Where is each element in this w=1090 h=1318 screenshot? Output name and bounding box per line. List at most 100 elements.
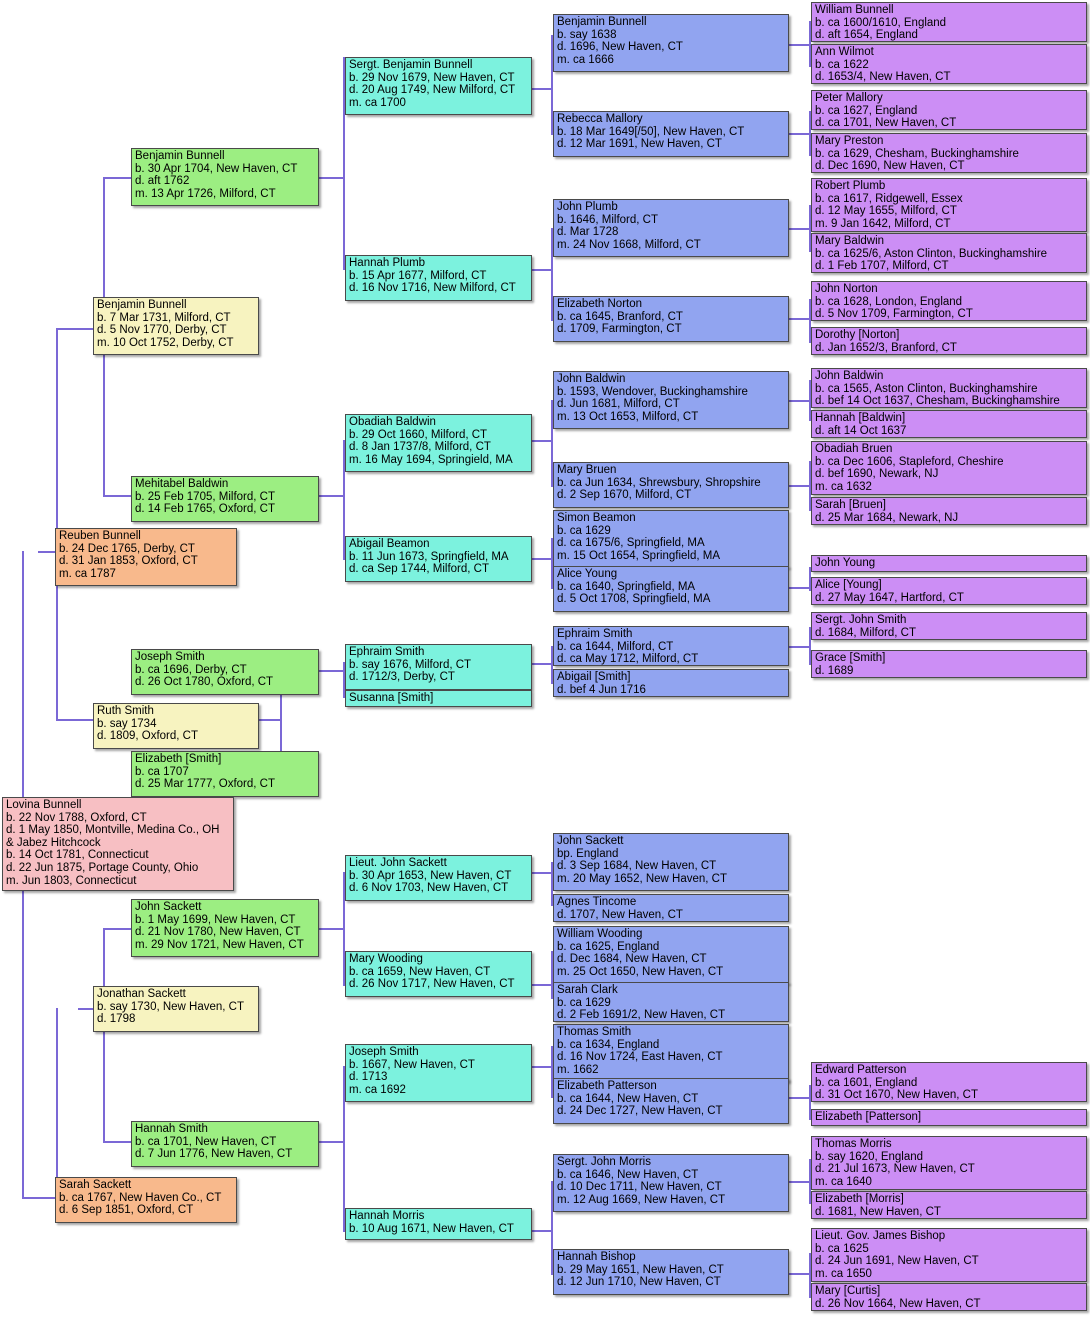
- person-box-thomas-smith-1634[interactable]: Thomas Smith b. ca 1634, England d. 16 Nov…: [553, 1024, 789, 1082]
- person-detail: b. 15 Apr 1677, Milford, CT: [349, 269, 487, 282]
- person-box-ann-wilmot[interactable]: Ann Wilmot b. ca 1622 d. 1653/4, New Haven…: [811, 44, 1087, 84]
- person-box-benjamin-bunnell-1704[interactable]: Benjamin Bunnell b. 30 Apr 1704, New Have…: [131, 148, 319, 206]
- person-box-reuben-bunnell-1765[interactable]: Reuben Bunnell b. 24 Dec 1765, Derby, CT d…: [55, 528, 237, 586]
- person-box-elizabeth-patterson-parent[interactable]: Elizabeth [Patterson]: [811, 1109, 1087, 1126]
- person-box-robert-plumb[interactable]: Robert Plumb b. ca 1617, Ridgewell, Essex…: [811, 178, 1087, 232]
- person-box-simon-beamon-1629[interactable]: Simon Beamon b. ca 1629 d. ca 1675/6, Spri…: [553, 510, 789, 568]
- person-detail: d. ca Sep 1744, Milford, CT: [349, 563, 489, 576]
- person-name: Ann Wilmot: [815, 46, 874, 58]
- person-name: Benjamin Bunnell: [135, 150, 225, 162]
- person-box-mary-bruen-1634[interactable]: Mary Bruen b. ca Jun 1634, Shrewsbury, Sh…: [553, 462, 789, 508]
- person-box-peter-mallory[interactable]: Peter Mallory b. ca 1627, England d. ca 17…: [811, 90, 1087, 130]
- person-box-hannah-baldwin[interactable]: Hannah [Baldwin] d. aft 14 Oct 1637: [811, 410, 1087, 438]
- person-detail: d. ca May 1712, Milford, CT: [557, 653, 699, 666]
- person-detail: d. 7 Jun 1776, New Haven, CT: [135, 1148, 293, 1161]
- person-detail: d. bef 14 Oct 1637, Chesham, Buckinghams…: [815, 395, 1060, 408]
- person-name: Mary Wooding: [349, 953, 423, 965]
- person-box-john-sackett-1699[interactable]: John Sackett b. 1 May 1699, New Haven, CT…: [131, 899, 319, 957]
- person-box-edward-patterson[interactable]: Edward Patterson b. ca 1601, England d. 31…: [811, 1062, 1087, 1102]
- connector: [789, 646, 811, 648]
- person-box-hannah-smith-1701[interactable]: Hannah Smith b. ca 1701, New Haven, CT d. …: [131, 1121, 319, 1167]
- person-box-john-sackett-england[interactable]: John Sackett bp. England d. 3 Sep 1684, Ne…: [553, 833, 789, 891]
- person-box-abigail-beamon-1673[interactable]: Abigail Beamon b. 11 Jun 1673, Springfiel…: [345, 536, 532, 582]
- person-box-ruth-smith-1734[interactable]: Ruth Smith b. say 1734 d. 1809, Oxford, CT: [93, 703, 259, 749]
- person-box-lovina-bunnell-1788[interactable]: Lovina Bunnell b. 22 Nov 1788, Oxford, CT…: [2, 797, 234, 891]
- person-name: Grace [Smith]: [815, 652, 886, 664]
- person-box-jonathan-sackett-1730[interactable]: Jonathan Sackett b. say 1730, New Haven, …: [93, 986, 259, 1032]
- person-box-hannah-bishop-1651[interactable]: Hannah Bishop b. 29 May 1651, New Haven, …: [553, 1249, 789, 1295]
- person-detail: b. ca 1628, London, England: [815, 295, 963, 308]
- person-box-mary-curtis[interactable]: Mary [Curtis] d. 26 Nov 1664, New Haven, …: [811, 1283, 1087, 1311]
- person-box-mary-preston[interactable]: Mary Preston b. ca 1629, Chesham, Bucking…: [811, 133, 1087, 173]
- person-box-thomas-morris[interactable]: Thomas Morris b. say 1620, England d. 21 J…: [811, 1136, 1087, 1190]
- person-box-john-plumb-1646[interactable]: John Plumb b. 1646, Milford, CT d. Mar 172…: [553, 199, 789, 257]
- person-detail: d. 1696, New Haven, CT: [557, 41, 683, 54]
- person-detail: m. ca 1640: [815, 1175, 872, 1188]
- person-box-dorothy-norton[interactable]: Dorothy [Norton] d. Jan 1652/3, Branford,…: [811, 327, 1087, 355]
- person-box-hannah-morris-1671[interactable]: Hannah Morris b. 10 Aug 1671, New Haven, …: [345, 1208, 532, 1240]
- person-box-joseph-smith-1667[interactable]: Joseph Smith b. 1667, New Haven, CT d. 171…: [345, 1044, 532, 1102]
- person-detail: b. ca 1629: [557, 996, 611, 1009]
- person-name: Hannah Bishop: [557, 1251, 636, 1263]
- person-detail: b. ca 1646, New Haven, CT: [557, 1168, 699, 1181]
- person-box-sergt-john-morris-1646[interactable]: Sergt. John Morris b. ca 1646, New Haven,…: [553, 1154, 789, 1212]
- connector: [789, 318, 811, 320]
- person-box-william-bunnell[interactable]: William Bunnell b. ca 1600/1610, England d…: [811, 2, 1087, 42]
- person-box-lieut-gov-james-bishop[interactable]: Lieut. Gov. James Bishop b. ca 1625 d. 24 …: [811, 1228, 1087, 1282]
- person-box-sergt-benjamin-bunnell-1679[interactable]: Sergt. Benjamin Bunnell b. 29 Nov 1679, N…: [345, 57, 532, 115]
- person-detail: b. ca 1659, New Haven, CT: [349, 965, 491, 978]
- person-name: Dorothy [Norton]: [815, 329, 900, 341]
- person-box-sarah-clark[interactable]: Sarah Clark b. ca 1629 d. 2 Feb 1691/2, Ne…: [553, 982, 789, 1022]
- person-box-elizabeth-norton-1645[interactable]: Elizabeth Norton b. ca 1645, Branford, CT…: [553, 296, 789, 342]
- person-box-ephraim-smith-1644[interactable]: Ephraim Smith b. ca 1644, Milford, CT d. c…: [553, 626, 789, 666]
- person-detail: m. 10 Oct 1752, Derby, CT: [97, 336, 234, 349]
- person-box-sarah-bruen[interactable]: Sarah [Bruen] d. 25 Mar 1684, Newark, NJ: [811, 497, 1087, 525]
- person-box-john-norton[interactable]: John Norton b. ca 1628, London, England d.…: [811, 281, 1087, 321]
- person-box-rebecca-mallory-1649[interactable]: Rebecca Mallory b. 18 Mar 1649[/50], New …: [553, 111, 789, 157]
- person-box-john-baldwin-1593[interactable]: John Baldwin b. 1593, Wendover, Buckingha…: [553, 371, 789, 429]
- person-name: John Plumb: [557, 201, 618, 213]
- connector: [531, 1230, 553, 1232]
- person-detail: d. 1689: [815, 664, 854, 677]
- person-detail: d. aft 1762: [135, 175, 190, 188]
- person-box-hannah-plumb-1677[interactable]: Hannah Plumb b. 15 Apr 1677, Milford, CT d…: [345, 255, 532, 301]
- person-box-obadiah-bruen[interactable]: Obadiah Bruen b. ca Dec 1606, Stapleford,…: [811, 441, 1087, 495]
- person-detail: d. 8 Jan 1737/8, Milford, CT: [349, 441, 491, 454]
- person-name: Lieut. Gov. James Bishop: [815, 1230, 946, 1242]
- person-box-mehitabel-baldwin-1705[interactable]: Mehitabel Baldwin b. 25 Feb 1705, Milford…: [131, 476, 319, 522]
- person-box-william-wooding[interactable]: William Wooding b. ca 1625, England d. Dec…: [553, 926, 789, 984]
- person-box-grace-smith[interactable]: Grace [Smith] d. 1689: [811, 650, 1087, 678]
- person-box-elizabeth-patterson-1644[interactable]: Elizabeth Patterson b. ca 1644, New Haven…: [553, 1078, 789, 1124]
- person-detail: d. 24 Dec 1727, New Haven, CT: [557, 1105, 723, 1118]
- person-detail: b. 30 Apr 1704, New Haven, CT: [135, 162, 298, 175]
- person-box-john-young[interactable]: John Young: [811, 555, 1087, 572]
- person-detail: d. 6 Nov 1703, New Haven, CT: [349, 882, 509, 895]
- person-box-mary-wooding-1659[interactable]: Mary Wooding b. ca 1659, New Haven, CT d. …: [345, 951, 532, 997]
- person-name: Alice Young: [557, 568, 618, 580]
- person-detail: m. ca 1700: [349, 96, 406, 109]
- person-box-ephraim-smith-1676[interactable]: Ephraim Smith b. say 1676, Milford, CT d. …: [345, 644, 532, 690]
- person-detail: b. 18 Mar 1649[/50], New Haven, CT: [557, 125, 745, 138]
- person-detail: b. 14 Oct 1781, Connecticut: [6, 849, 149, 862]
- person-detail: m. 29 Nov 1721, New Haven, CT: [135, 938, 304, 951]
- person-box-elizabeth-smith-1707[interactable]: Elizabeth [Smith] b. ca 1707 d. 25 Mar 177…: [131, 751, 319, 797]
- person-box-benjamin-bunnell-1731[interactable]: Benjamin Bunnell b. 7 Mar 1731, Milford, …: [93, 297, 259, 355]
- person-box-sergt-john-smith[interactable]: Sergt. John Smith d. 1684, Milford, CT: [811, 612, 1087, 640]
- connector: [318, 928, 345, 930]
- person-box-alice-young-1640[interactable]: Alice Young b. ca 1640, Springfield, MA d.…: [553, 566, 789, 612]
- person-box-abigail-smith[interactable]: Abigail [Smith] d. bef 4 Jun 1716: [553, 669, 789, 697]
- person-detail: d. 12 Mar 1691, New Haven, CT: [557, 138, 722, 151]
- person-detail: bp. England: [557, 847, 619, 860]
- person-box-john-baldwin-1565[interactable]: John Baldwin b. ca 1565, Aston Clinton, B…: [811, 368, 1087, 408]
- person-box-lieut-john-sackett-1653[interactable]: Lieut. John Sackett b. 30 Apr 1653, New H…: [345, 855, 532, 901]
- person-box-joseph-smith-1696[interactable]: Joseph Smith b. ca 1696, Derby, CT d. 26 O…: [131, 649, 319, 695]
- person-box-benjamin-bunnell-1638[interactable]: Benjamin Bunnell b. say 1638 d. 1696, New …: [553, 14, 789, 72]
- person-box-sarah-sackett-1767[interactable]: Sarah Sackett b. ca 1767, New Haven Co., …: [55, 1177, 237, 1223]
- person-box-alice-young-parent[interactable]: Alice [Young] d. 27 May 1647, Hartford, C…: [811, 577, 1087, 605]
- connector: [789, 587, 811, 589]
- person-box-agnes-tincome[interactable]: Agnes Tincome d. 1707, New Haven, CT: [553, 894, 789, 922]
- person-box-elizabeth-morris[interactable]: Elizabeth [Morris] d. 1681, New Haven, CT: [811, 1191, 1087, 1219]
- person-box-susanna-smith[interactable]: Susanna [Smith]: [345, 690, 532, 707]
- person-box-obadiah-baldwin-1660[interactable]: Obadiah Baldwin b. 29 Oct 1660, Milford, …: [345, 414, 532, 472]
- person-box-mary-baldwin[interactable]: Mary Baldwin b. ca 1625/6, Aston Clinton,…: [811, 233, 1087, 273]
